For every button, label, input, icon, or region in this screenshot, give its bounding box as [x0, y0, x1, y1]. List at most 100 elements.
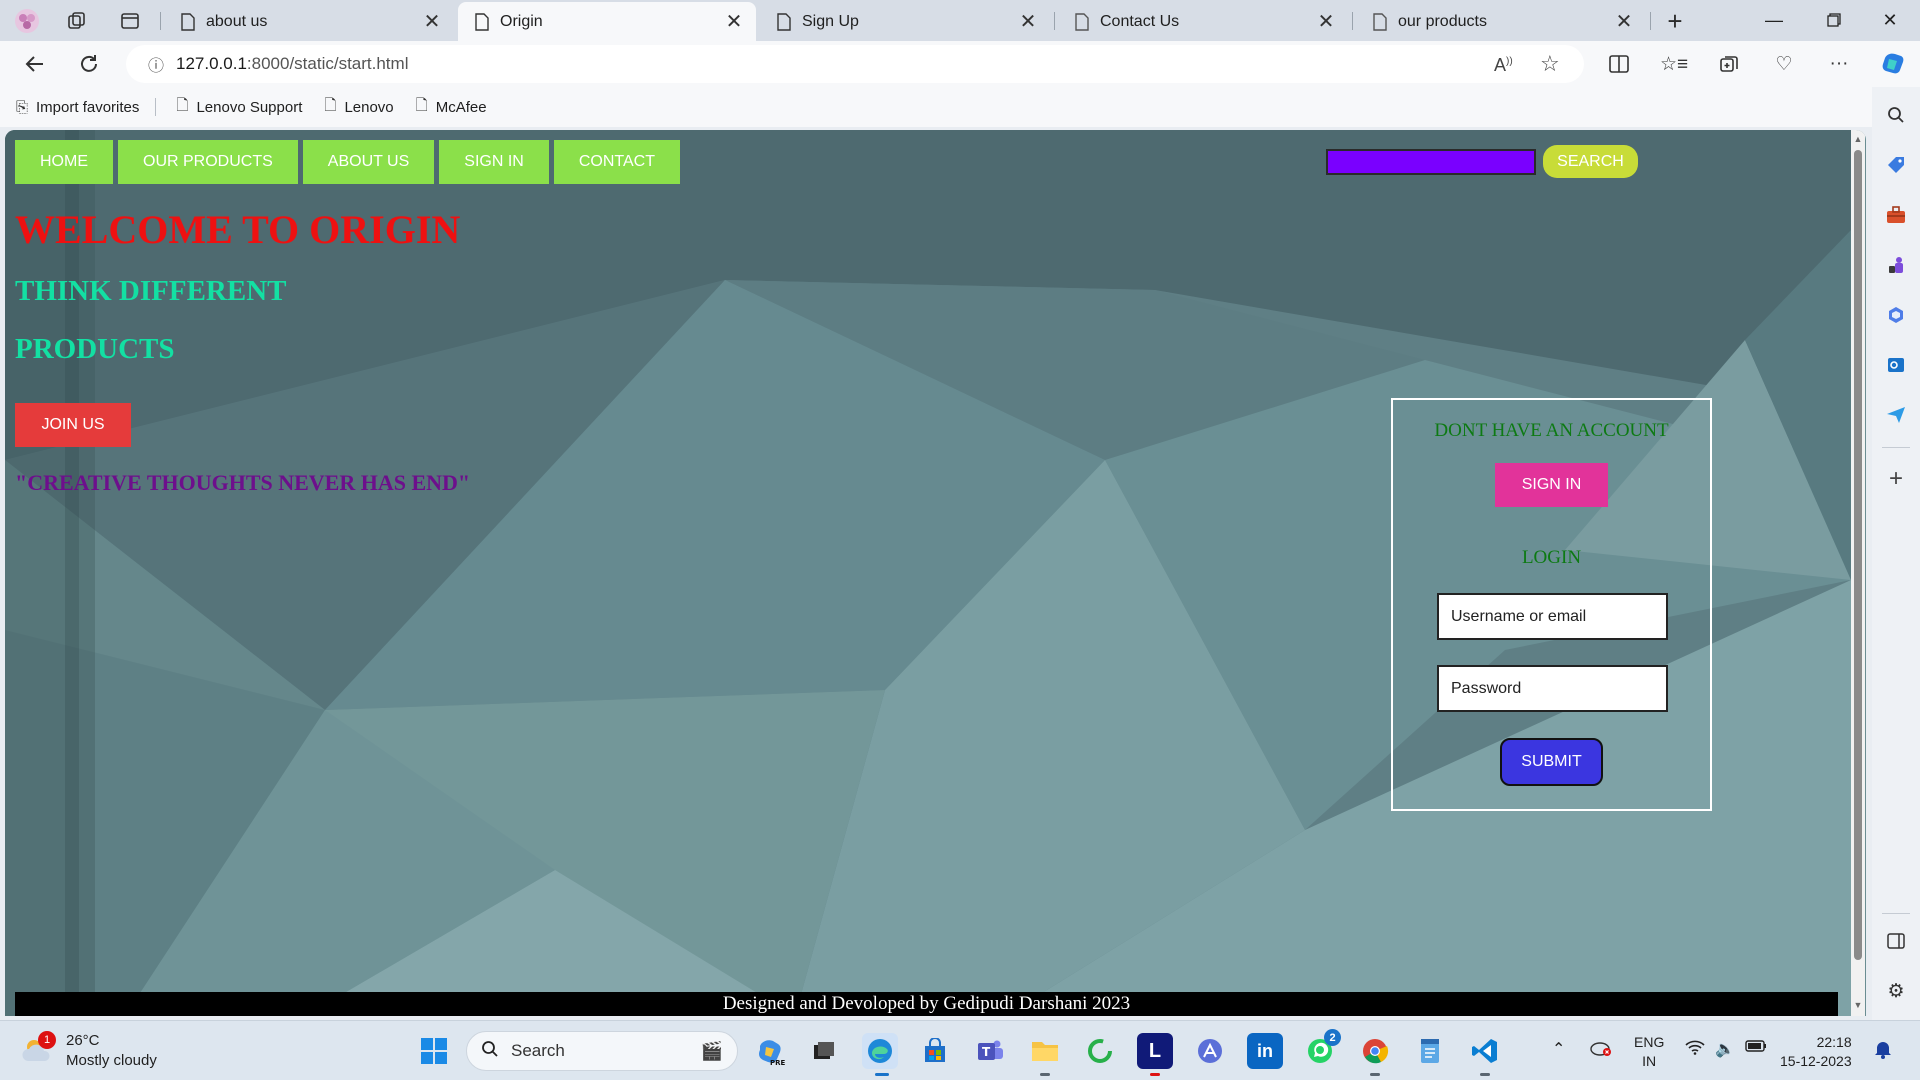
refresh-icon[interactable] [72, 47, 106, 81]
url-host: 127.0.0.1 [176, 54, 247, 73]
copilot-preview-icon[interactable]: PRE [752, 1033, 788, 1069]
minimize-icon[interactable]: — [1746, 0, 1802, 40]
nav-our-products[interactable]: OUR PRODUCTS [118, 140, 298, 184]
nav-home[interactable]: HOME [15, 140, 113, 184]
nav-contact[interactable]: CONTACT [553, 140, 680, 184]
edge-sidebar: + ⚙ [1872, 87, 1920, 1020]
close-icon[interactable]: ✕ [724, 9, 744, 34]
search-highlight-icon: 🎬 [700, 1040, 723, 1061]
page-icon: 🗋 [324, 96, 337, 114]
favorites-bar: ⎘ Import favorites 🗋 Lenovo Support 🗋 Le… [0, 87, 1920, 127]
microsoft-store-icon[interactable] [917, 1033, 953, 1069]
close-icon[interactable]: ✕ [1614, 9, 1634, 34]
weather-widget[interactable]: 1 26°C Mostly cloudy [20, 1031, 157, 1071]
nav-about-us[interactable]: ABOUT US [302, 140, 435, 184]
favorite-lenovo-support[interactable]: 🗋 Lenovo Support [176, 95, 302, 120]
join-us-button[interactable]: JOIN US [15, 403, 131, 447]
workspaces-icon[interactable] [62, 6, 92, 36]
tab-title: our products [1398, 12, 1487, 30]
linkedin-icon[interactable]: in [1247, 1033, 1283, 1069]
site-search-button[interactable]: SEARCH [1543, 145, 1638, 178]
profile-icon[interactable] [12, 6, 42, 36]
collections-icon[interactable] [1712, 47, 1746, 81]
system-clock[interactable]: 22:18 15-12-2023 [1780, 1033, 1852, 1071]
import-favorites[interactable]: ⎘ Import favorites [16, 99, 139, 116]
panel-sign-in-button[interactable]: SIGN IN [1495, 463, 1608, 507]
password-field[interactable]: Password [1437, 665, 1668, 712]
wifi-icon[interactable] [1685, 1039, 1705, 1060]
microsoft-365-icon[interactable] [1884, 303, 1908, 327]
outlook-icon[interactable] [1884, 353, 1908, 377]
page-icon [475, 12, 489, 31]
weather-temp: 26°C [66, 1032, 100, 1049]
l-app-icon[interactable]: L [1137, 1033, 1173, 1069]
split-screen-icon[interactable] [1602, 47, 1636, 81]
taskbar-search[interactable]: Search 🎬 [466, 1031, 738, 1071]
windows-start-icon[interactable] [416, 1033, 452, 1069]
task-view-icon[interactable] [806, 1033, 842, 1069]
refresh-app-icon[interactable] [1082, 1033, 1118, 1069]
settings-gear-icon[interactable]: ⚙ [1884, 979, 1908, 1003]
submit-button[interactable]: SUBMIT [1500, 738, 1603, 786]
windows-taskbar: 1 26°C Mostly cloudy Search 🎬 PRE T L in… [0, 1020, 1920, 1080]
notepad-icon[interactable] [1412, 1033, 1448, 1069]
favorite-mcafee[interactable]: 🗋 McAfee [416, 95, 487, 120]
shopping-tag-icon[interactable] [1884, 153, 1908, 177]
volume-icon[interactable]: 🔈 [1715, 1039, 1735, 1059]
battery-icon[interactable] [1745, 1039, 1767, 1058]
close-window-icon[interactable]: ✕ [1862, 0, 1918, 40]
favorites-icon[interactable]: ☆≡ [1657, 47, 1691, 81]
tab-our-products[interactable]: our products ✕ [1356, 2, 1646, 41]
new-tab-icon[interactable]: + [1660, 6, 1690, 36]
nav-sign-in[interactable]: SIGN IN [439, 140, 549, 184]
whatsapp-icon[interactable]: 2 [1302, 1029, 1341, 1069]
close-icon[interactable]: ✕ [1018, 9, 1038, 34]
url-field[interactable]: ⓘ 127.0.0.1:8000/static/start.html A)) ☆ [126, 45, 1584, 83]
show-hidden-icons[interactable]: ⌃ [1552, 1039, 1565, 1059]
network-status-icon[interactable] [1590, 1039, 1612, 1062]
site-info-icon[interactable]: ⓘ [136, 52, 176, 76]
page-icon [1373, 12, 1387, 31]
copilot-icon[interactable] [1876, 47, 1910, 81]
page-scrollbar[interactable]: ▲ ▼ [1851, 130, 1865, 1016]
close-icon[interactable]: ✕ [1316, 9, 1336, 34]
tab-contact-us[interactable]: Contact Us ✕ [1058, 2, 1348, 41]
site-search-input[interactable] [1326, 149, 1536, 175]
page-icon [1075, 12, 1089, 31]
tab-actions-icon[interactable] [115, 6, 145, 36]
scroll-up-icon[interactable]: ▲ [1852, 134, 1864, 144]
close-icon[interactable]: ✕ [422, 9, 442, 34]
vscode-icon[interactable] [1467, 1033, 1503, 1069]
add-icon[interactable]: + [1884, 465, 1908, 492]
scrollbar-thumb[interactable] [1854, 150, 1862, 960]
tab-about-us[interactable]: about us ✕ [164, 2, 454, 41]
read-aloud-icon[interactable]: A)) [1494, 55, 1513, 76]
search-icon[interactable] [1884, 103, 1908, 127]
send-icon[interactable] [1884, 403, 1908, 427]
restore-icon[interactable] [1806, 0, 1862, 40]
sidebar-toggle-icon[interactable] [1884, 929, 1908, 953]
import-icon: ⎘ [16, 98, 29, 116]
tab-origin[interactable]: Origin ✕ [458, 2, 756, 41]
teams-icon[interactable]: T [972, 1033, 1008, 1069]
games-icon[interactable] [1884, 253, 1908, 277]
language-indicator[interactable]: ENG IN [1634, 1033, 1664, 1071]
scroll-down-icon[interactable]: ▼ [1852, 1000, 1864, 1010]
file-explorer-icon[interactable] [1027, 1033, 1063, 1069]
tab-title: about us [206, 12, 268, 30]
arc-app-icon[interactable] [1192, 1033, 1228, 1069]
tab-sign-up[interactable]: Sign Up ✕ [760, 2, 1050, 41]
tools-icon[interactable] [1884, 203, 1908, 227]
back-icon[interactable] [18, 47, 52, 81]
search-icon [481, 1040, 499, 1063]
favorite-star-icon[interactable]: ☆ [1540, 51, 1560, 77]
favorite-lenovo[interactable]: 🗋 Lenovo [324, 95, 393, 120]
chrome-icon[interactable] [1357, 1033, 1393, 1069]
notifications-bell-icon[interactable] [1874, 1039, 1892, 1064]
edge-taskbar-icon[interactable] [862, 1033, 898, 1069]
page-icon: 🗋 [176, 96, 189, 114]
more-options-icon[interactable]: ··· [1822, 47, 1856, 81]
tab-strip: about us ✕ Origin ✕ Sign Up ✕ Contact Us… [0, 0, 1920, 41]
username-field[interactable]: Username or email [1437, 593, 1668, 640]
browser-essentials-icon[interactable]: ♡ [1767, 47, 1801, 81]
